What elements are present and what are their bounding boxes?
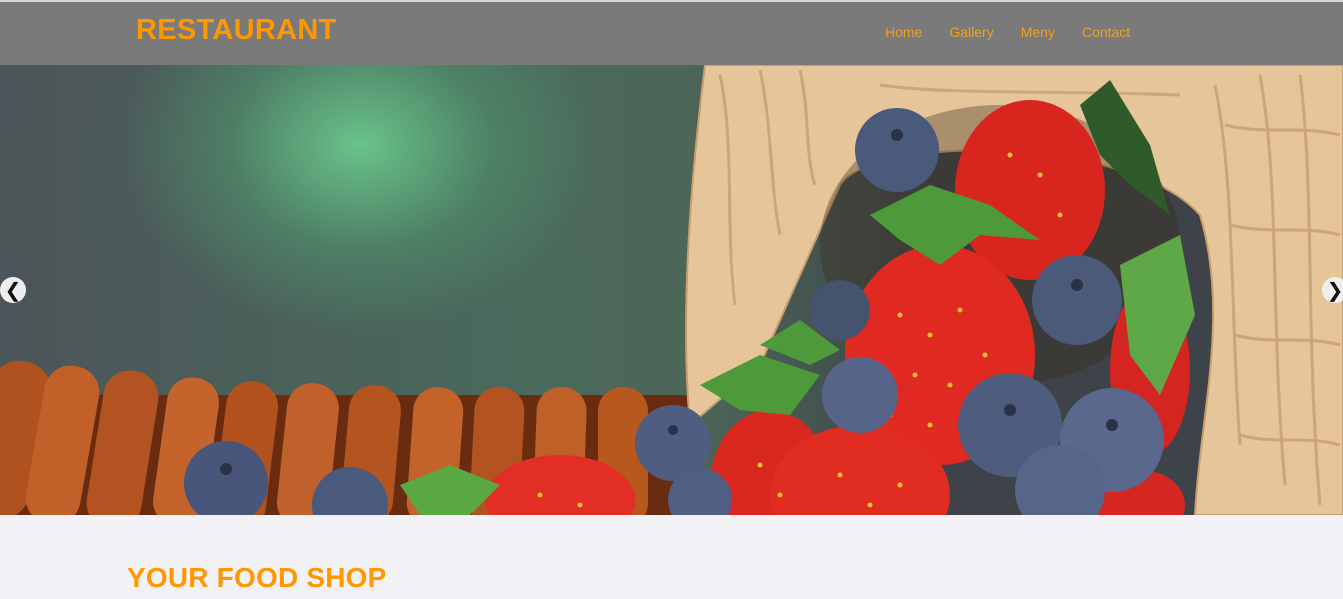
brand-logo[interactable]: RESTAURANT xyxy=(136,14,337,47)
nav-contact-link[interactable]: Contact xyxy=(1082,24,1130,40)
carousel-next-button[interactable]: ❯ xyxy=(1322,277,1343,303)
hero-carousel: ❮ ❯ xyxy=(0,65,1343,515)
main-nav: Home Gallery Meny Contact xyxy=(885,24,1130,40)
hero-image xyxy=(0,65,1343,515)
chevron-left-icon: ❮ xyxy=(4,278,22,302)
chevron-right-icon: ❯ xyxy=(1326,278,1343,302)
carousel-prev-button[interactable]: ❮ xyxy=(0,277,26,303)
section-title: YOUR FOOD SHOP xyxy=(127,562,387,593)
nav-gallery-link[interactable]: Gallery xyxy=(949,24,993,40)
nav-meny-link[interactable]: Meny xyxy=(1021,24,1055,40)
navbar: RESTAURANT Home Gallery Meny Contact xyxy=(0,2,1343,65)
nav-home-link[interactable]: Home xyxy=(885,24,922,40)
